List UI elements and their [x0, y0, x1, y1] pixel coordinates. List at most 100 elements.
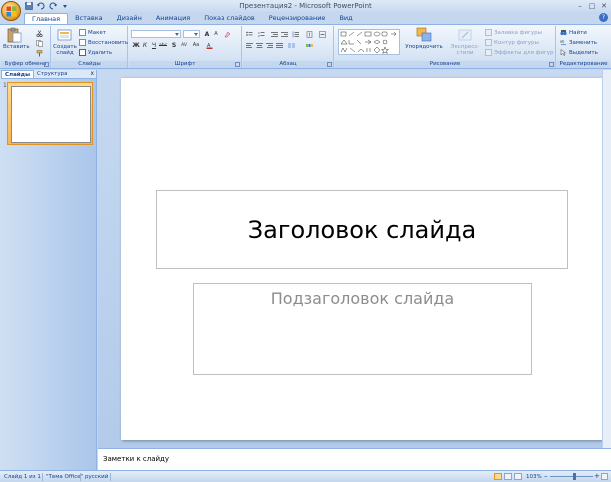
- maximize-button[interactable]: □: [587, 1, 597, 10]
- paint-bucket-icon: [485, 29, 492, 36]
- cursor-icon: [560, 48, 567, 56]
- cut-icon[interactable]: [35, 29, 43, 37]
- quick-styles-button[interactable]: Экспресс-стили: [444, 27, 486, 56]
- minimize-button[interactable]: –: [575, 1, 585, 10]
- font-group: A A Ж К Ч abc S AV Aa A Шрифт: [129, 26, 242, 68]
- slideshow-view-icon[interactable]: [514, 473, 522, 480]
- reset-label: Восстановить: [88, 39, 128, 46]
- close-button[interactable]: ✕: [599, 1, 609, 10]
- svg-text:ab: ab: [560, 40, 565, 44]
- normal-view-icon[interactable]: [494, 473, 502, 480]
- change-case-button[interactable]: Aa: [192, 41, 200, 49]
- format-painter-icon[interactable]: [35, 49, 43, 57]
- tab-home[interactable]: Главная: [24, 13, 69, 24]
- copy-icon[interactable]: [35, 39, 43, 47]
- tab-view[interactable]: Вид: [332, 13, 359, 24]
- numbering-icon[interactable]: 12: [257, 30, 265, 38]
- slide-editing-area: Заголовок слайда Подзаголовок слайда: [98, 70, 611, 448]
- slides-group: Создать слайд Макет Восстановить Удалить…: [52, 26, 128, 68]
- underline-button[interactable]: Ч: [150, 41, 158, 49]
- decrease-indent-icon[interactable]: [270, 30, 278, 38]
- tab-insert[interactable]: Вставка: [68, 13, 110, 24]
- slide-title-text: Заголовок слайда: [247, 215, 477, 244]
- align-center-icon[interactable]: [255, 41, 263, 49]
- zoom-slider-thumb[interactable]: [573, 473, 576, 480]
- shape-fill-button[interactable]: Заливка фигуры: [485, 29, 542, 36]
- shape-outline-button[interactable]: Контур фигуры: [485, 39, 539, 46]
- smartart-icon[interactable]: [305, 41, 313, 49]
- columns-icon[interactable]: [287, 41, 295, 49]
- chevron-down-icon: [175, 33, 179, 36]
- slide-thumbnail[interactable]: [11, 86, 91, 143]
- tab-slides-panel[interactable]: Слайды: [1, 70, 35, 78]
- grow-font-button[interactable]: A: [203, 30, 211, 38]
- clear-format-icon[interactable]: [223, 30, 231, 38]
- title-bar: Презентация2 - Microsoft PowerPoint – □ …: [0, 0, 611, 12]
- align-left-icon[interactable]: [245, 41, 253, 49]
- panel-close-button[interactable]: x: [90, 70, 94, 77]
- select-button[interactable]: Выделить: [560, 48, 598, 56]
- tab-outline-panel[interactable]: Структура: [34, 70, 70, 78]
- delete-slide-button[interactable]: Удалить: [79, 49, 112, 56]
- font-name-combo[interactable]: [131, 30, 181, 38]
- paste-label: Вставить: [3, 44, 30, 50]
- editing-group: Найти ab Заменить Выделить Редактировани…: [557, 26, 610, 68]
- font-size-combo[interactable]: [183, 30, 200, 38]
- notes-pane[interactable]: Заметки к слайду: [98, 448, 611, 470]
- fit-to-window-icon[interactable]: [601, 473, 608, 480]
- line-spacing-icon[interactable]: [291, 30, 299, 38]
- language-status[interactable]: русский: [85, 474, 108, 480]
- tab-design[interactable]: Дизайн: [110, 13, 149, 24]
- reset-icon: [79, 39, 86, 46]
- shapes-gallery[interactable]: [338, 29, 400, 55]
- office-button[interactable]: [1, 1, 21, 21]
- font-launcher-icon[interactable]: [235, 62, 240, 67]
- bullets-icon[interactable]: [245, 30, 253, 38]
- find-label: Найти: [569, 29, 587, 36]
- title-placeholder[interactable]: Заголовок слайда: [156, 190, 568, 269]
- justify-icon[interactable]: [275, 41, 283, 49]
- clipboard-launcher-icon[interactable]: [44, 62, 49, 67]
- paste-button[interactable]: Вставить: [3, 27, 30, 50]
- find-button[interactable]: Найти: [560, 29, 587, 36]
- new-slide-button[interactable]: Создать слайд: [53, 27, 77, 56]
- strikethrough-button[interactable]: abc: [159, 41, 167, 49]
- arrange-button[interactable]: Упорядочить: [405, 27, 443, 50]
- paragraph-launcher-icon[interactable]: [327, 62, 332, 67]
- drawing-launcher-icon[interactable]: [549, 62, 554, 67]
- zoom-out-button[interactable]: –: [544, 472, 548, 480]
- shape-effects-button[interactable]: Эффекты для фигур: [485, 49, 554, 56]
- align-right-icon[interactable]: [265, 41, 273, 49]
- drawing-group: Упорядочить Экспресс-стили Заливка фигур…: [335, 26, 556, 68]
- font-group-label: Шрифт: [129, 61, 241, 68]
- new-slide-label-2: слайд: [56, 50, 74, 56]
- arrange-label: Упорядочить: [405, 44, 443, 50]
- text-direction-icon[interactable]: [305, 30, 313, 38]
- status-divider: [42, 473, 43, 481]
- zoom-slider[interactable]: [550, 476, 593, 477]
- font-color-icon[interactable]: A: [205, 41, 213, 49]
- slide-canvas[interactable]: Заголовок слайда Подзаголовок слайда: [121, 78, 606, 440]
- tab-animation[interactable]: Анимация: [149, 13, 197, 24]
- italic-button[interactable]: К: [141, 41, 149, 49]
- reset-button[interactable]: Восстановить: [79, 39, 128, 46]
- subtitle-placeholder[interactable]: Подзаголовок слайда: [193, 283, 532, 375]
- shadow-button[interactable]: S: [170, 41, 178, 49]
- replace-button[interactable]: ab Заменить: [560, 39, 597, 46]
- vertical-scrollbar[interactable]: [602, 70, 611, 448]
- slide-thumbnail-selection[interactable]: [7, 82, 93, 145]
- char-spacing-button[interactable]: AV: [180, 41, 188, 49]
- zoom-level[interactable]: 103%: [526, 474, 542, 480]
- tab-review[interactable]: Рецензирование: [262, 13, 333, 24]
- new-slide-icon: [57, 27, 73, 43]
- zoom-in-button[interactable]: +: [594, 472, 600, 480]
- layout-button[interactable]: Макет: [79, 29, 106, 36]
- slide-sorter-view-icon[interactable]: [504, 473, 512, 480]
- shrink-font-button[interactable]: A: [212, 30, 220, 38]
- paragraph-group: 12 Абзац: [243, 26, 334, 68]
- increase-indent-icon[interactable]: [280, 30, 288, 38]
- help-icon[interactable]: ?: [599, 13, 608, 22]
- bold-button[interactable]: Ж: [132, 41, 140, 49]
- align-text-icon[interactable]: [318, 30, 326, 38]
- tab-slideshow[interactable]: Показ слайдов: [197, 13, 262, 24]
